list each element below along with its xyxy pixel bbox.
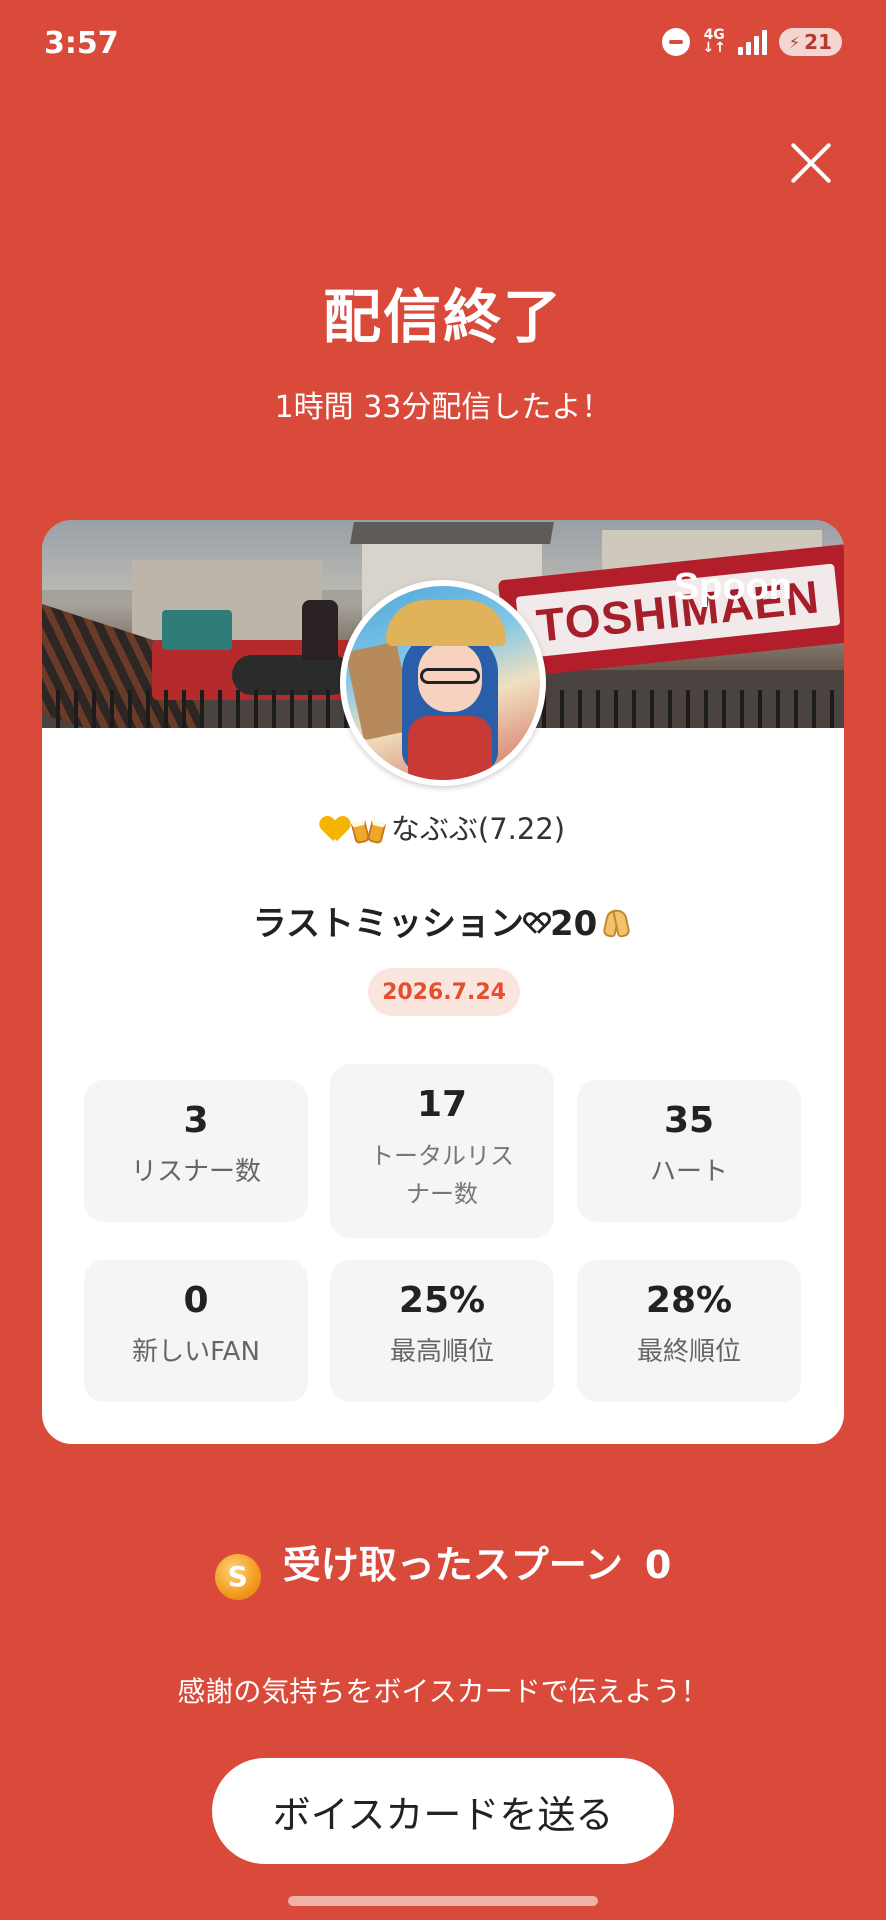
yellow-heart-icon	[321, 817, 349, 843]
stat-value: 3	[183, 1100, 209, 1141]
nickname-text: なぶぶ(7.22)	[390, 812, 566, 846]
status-time: 3:57	[44, 26, 119, 61]
host-nickname: なぶぶ(7.22)	[42, 806, 844, 848]
avatar	[340, 580, 546, 786]
stat-label: ハート	[649, 1157, 728, 1187]
broadcast-title: ラストミッション 20	[42, 896, 844, 945]
stat-label: 最終順位	[636, 1337, 741, 1367]
spoons-count: 0	[644, 1543, 672, 1587]
spoons-label: 受け取ったスプーン	[282, 1543, 623, 1587]
stat-value: 25%	[398, 1280, 486, 1321]
stat-label: トータルリス ナー数	[370, 1142, 514, 1208]
battery-charging-icon: ⚡	[788, 32, 801, 52]
stat-value: 0	[183, 1280, 209, 1321]
stat-label: リスナー数	[130, 1157, 261, 1187]
stat-hearts: 35 ハート	[577, 1080, 801, 1222]
close-button[interactable]	[786, 138, 836, 188]
stat-listeners: 3 リスナー数	[84, 1080, 308, 1222]
home-indicator[interactable]	[288, 1896, 598, 1906]
stat-final-rank: 28% 最終順位	[577, 1260, 801, 1402]
broadcast-summary-card: TOSHIMAEN Spoon なぶぶ(7.22) ラストミッション 20 202…	[42, 520, 844, 1444]
signal-icon	[737, 29, 767, 55]
stat-value: 35	[663, 1100, 715, 1141]
stat-label: 最高順位	[389, 1337, 494, 1367]
beer-mugs-icon	[350, 815, 387, 845]
date-badge: 2026.7.24	[368, 968, 520, 1016]
network-type-label: 4G ↓↑	[702, 27, 726, 56]
heart-outline-icon	[524, 913, 550, 937]
stat-value: 28%	[645, 1280, 733, 1321]
status-bar: 3:57 4G ↓↑ ⚡ 21	[0, 0, 886, 90]
send-voice-card-button[interactable]: ボイスカードを送る	[212, 1758, 674, 1864]
stat-value: 17	[416, 1084, 468, 1125]
do-not-disturb-icon	[662, 28, 691, 56]
battery-indicator: ⚡ 21	[778, 28, 842, 56]
spoon-logo: Spoon	[673, 566, 792, 608]
stat-total-listeners: 17 トータルリス ナー数	[330, 1064, 554, 1238]
spoon-coin-icon: S	[214, 1554, 261, 1600]
folded-hands-icon	[601, 907, 633, 939]
broadcast-duration: 1時間 33分配信したよ！	[274, 390, 612, 425]
status-icons: 4G ↓↑ ⚡ 21	[662, 28, 842, 56]
page-title: 配信終了	[322, 283, 563, 351]
stat-label: 新しいFAN	[132, 1337, 260, 1367]
stat-highest-rank: 25% 最高順位	[330, 1260, 554, 1402]
thanks-message: 感謝の気持ちをボイスカードで伝えよう！	[177, 1675, 709, 1708]
spoons-received: S 受け取ったスプーン 0	[0, 1534, 886, 1600]
battery-level: 21	[804, 30, 832, 54]
stat-new-fans: 0 新しいFAN	[84, 1260, 308, 1402]
